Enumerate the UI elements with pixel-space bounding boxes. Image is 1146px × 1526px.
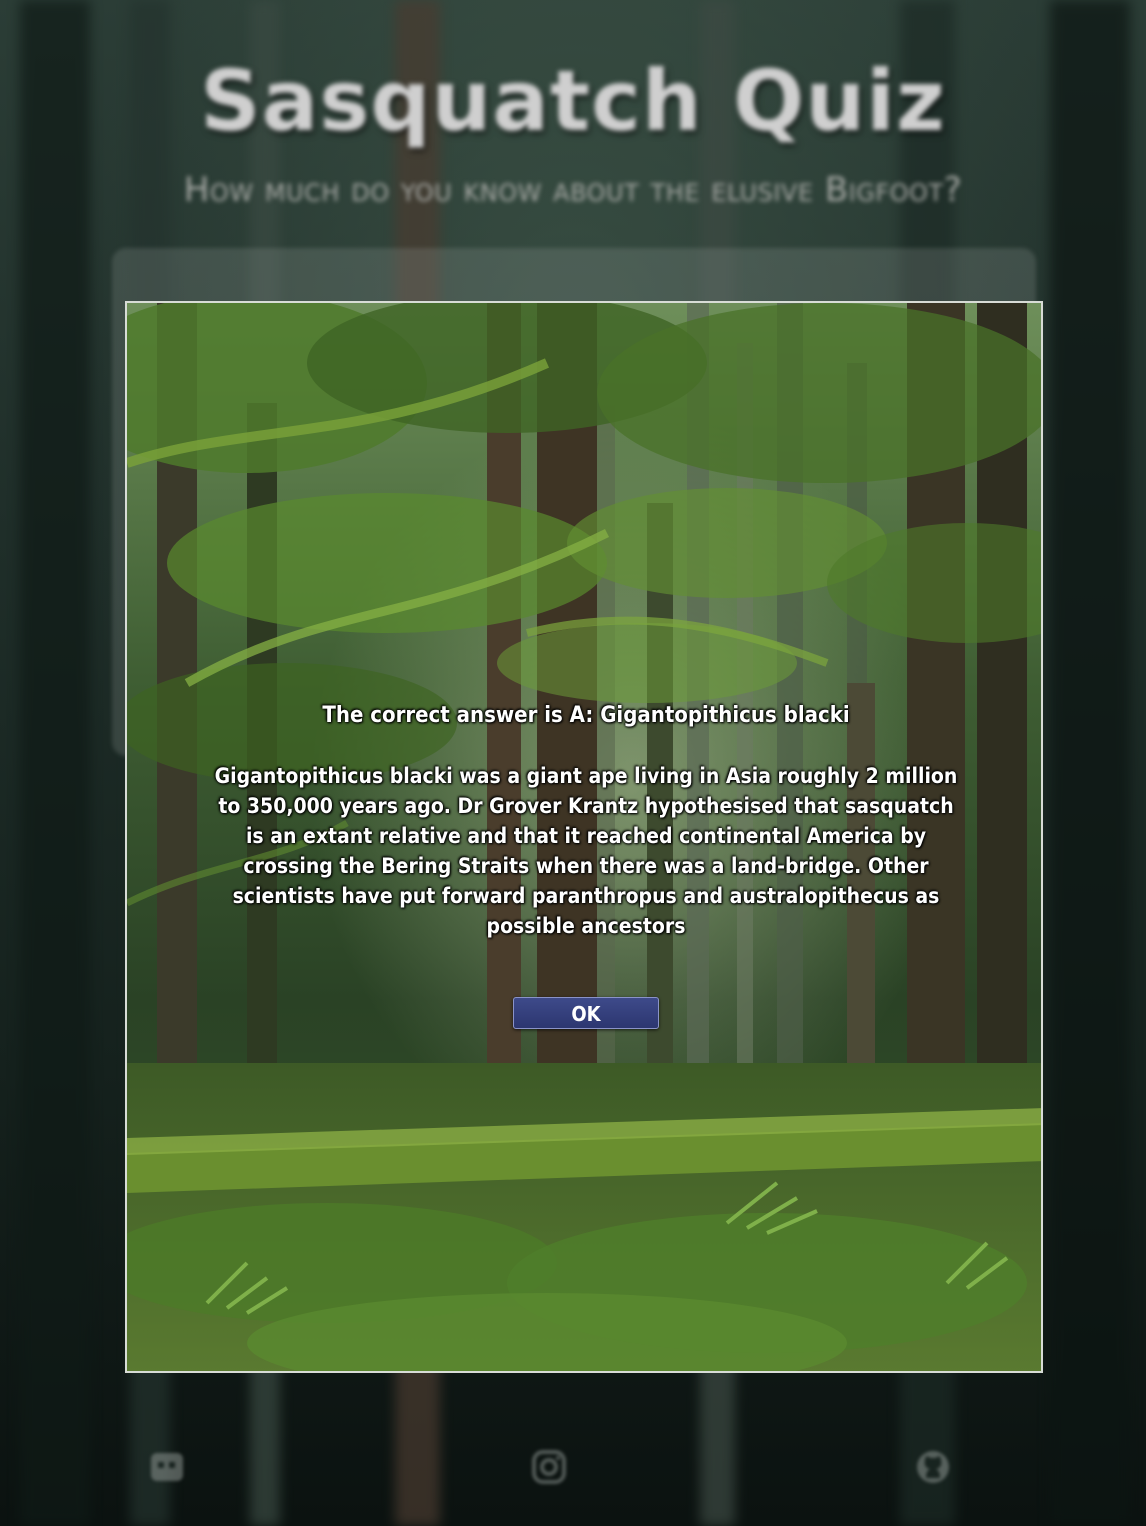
modal-content: The correct answer is A: Gigantopithicus… (127, 303, 1041, 1371)
instagram-icon[interactable] (530, 1448, 568, 1486)
page-title: Sasquatch Quiz (200, 52, 946, 150)
answer-explanation: Gigantopithicus blacki was a giant ape l… (214, 764, 958, 938)
page-subtitle: How much do you know about the elusive B… (183, 170, 963, 210)
github-icon[interactable] (914, 1448, 952, 1486)
background-tree-trunk (1050, 0, 1130, 1526)
ok-button[interactable]: OK (513, 997, 659, 1029)
background-tree-trunk (20, 0, 90, 1526)
meetup-icon[interactable] (148, 1448, 186, 1486)
correct-answer-heading: The correct answer is A: Gigantopithicus… (322, 703, 850, 728)
answer-modal: The correct answer is A: Gigantopithicus… (125, 301, 1043, 1373)
